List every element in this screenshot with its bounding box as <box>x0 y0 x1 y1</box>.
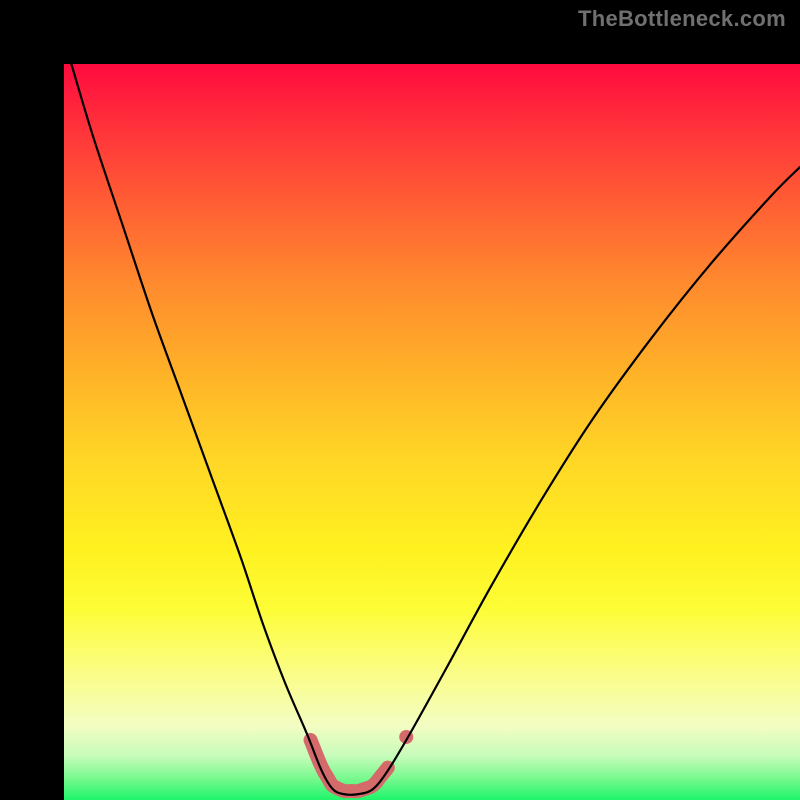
chart-svg <box>64 64 800 800</box>
chart-frame <box>0 0 800 800</box>
watermark-text: TheBottleneck.com <box>578 6 786 32</box>
bottleneck-curve-line <box>71 64 800 795</box>
trough-marker-band <box>311 740 388 791</box>
